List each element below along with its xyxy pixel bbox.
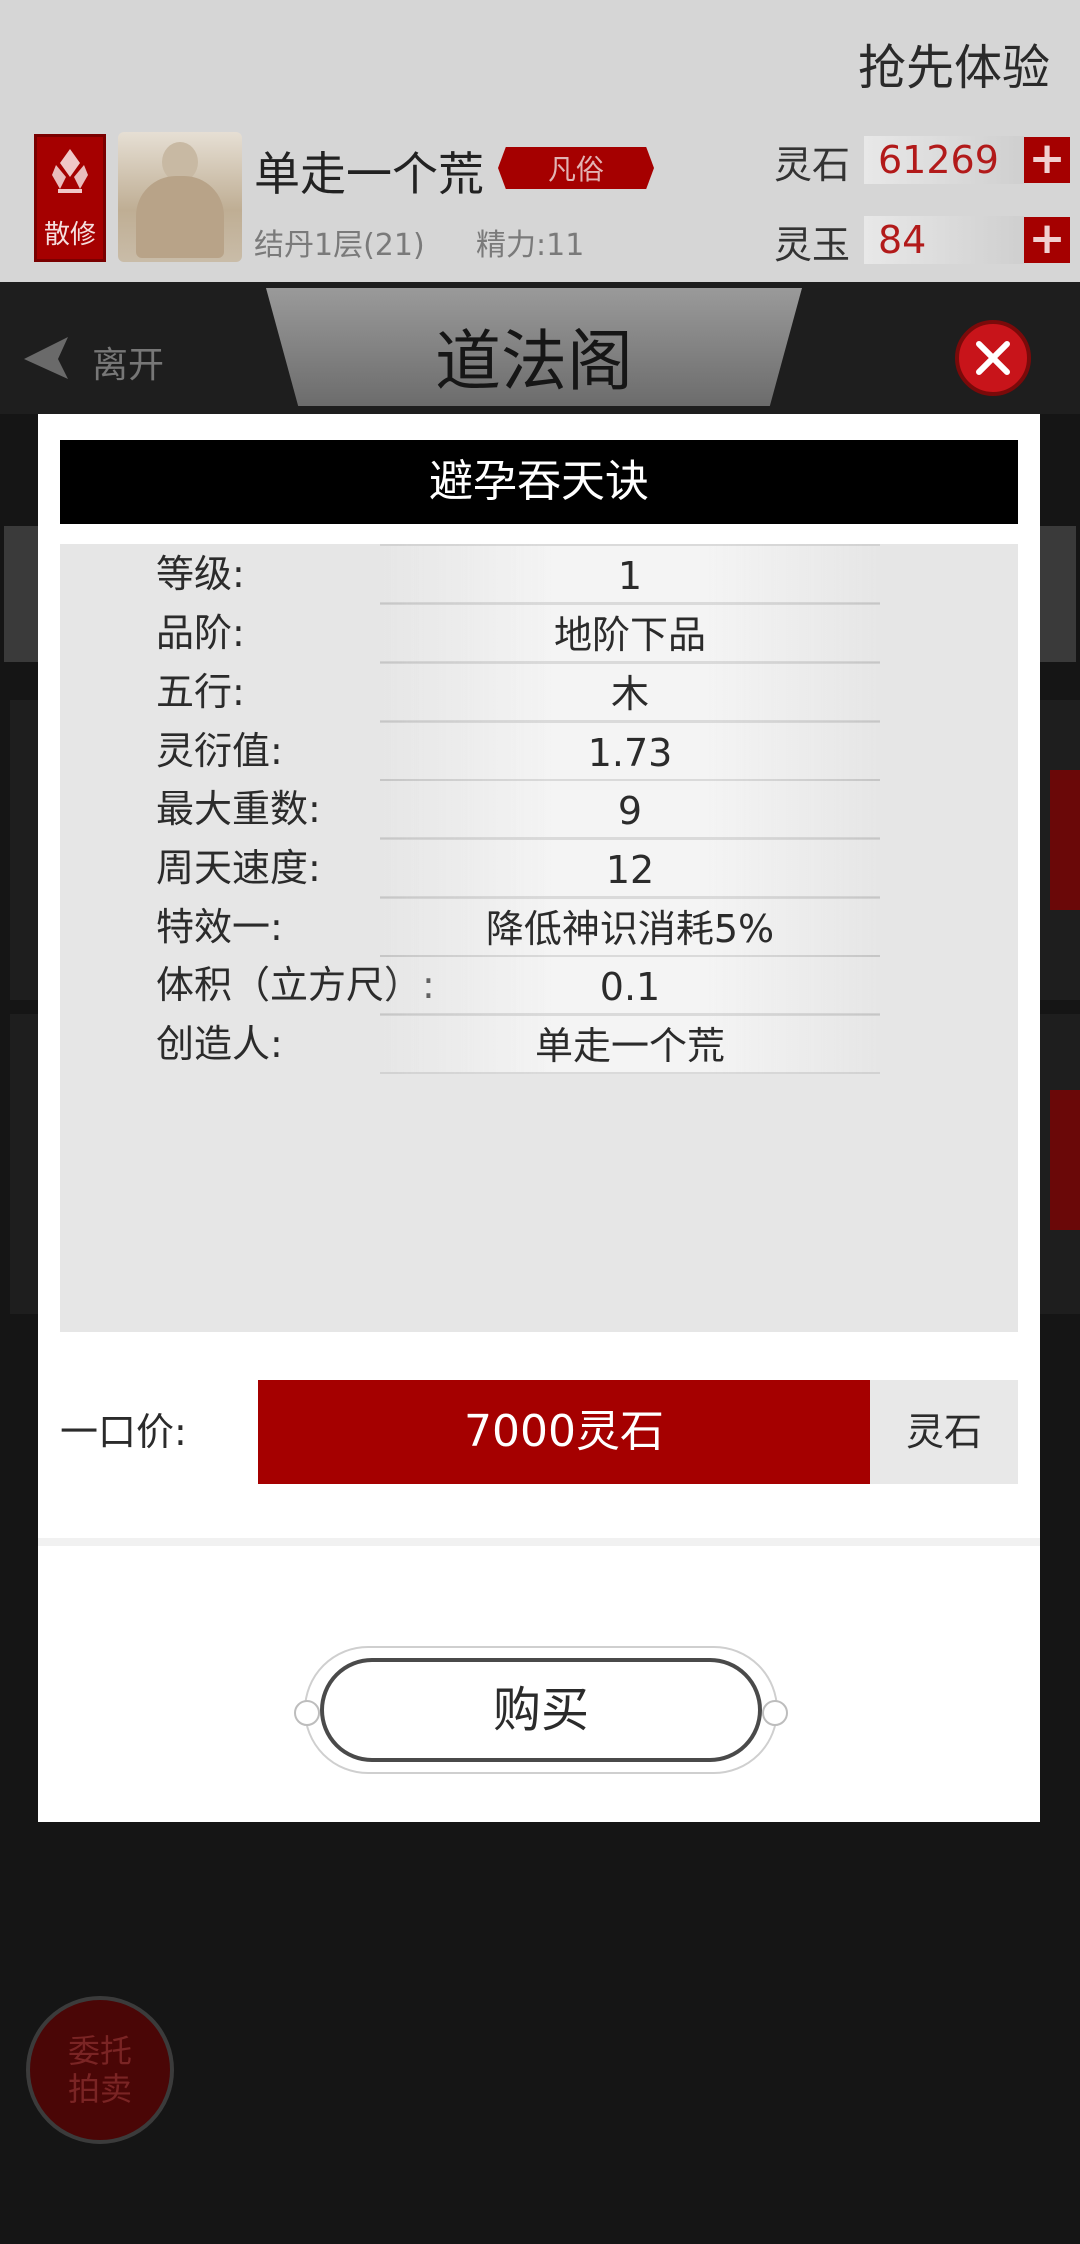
early-access-label[interactable]: 抢先体验 (858, 28, 1050, 98)
property-row: 创造人: 单走一个荒 (60, 1014, 1018, 1074)
property-row: 灵衍值: 1.73 (60, 721, 1018, 781)
background-item-tag (1050, 1090, 1080, 1230)
property-value: 1.73 (380, 721, 880, 781)
price-label: 一口价: (60, 1410, 187, 1454)
add-spirit-jade-button[interactable]: + (1024, 217, 1070, 263)
price-value: 7000灵石 (258, 1380, 870, 1484)
sect-badge[interactable]: 散修 (34, 134, 106, 262)
property-row: 五行: 木 (60, 662, 1018, 722)
property-value: 0.1 (380, 955, 880, 1015)
background-item-tag (1050, 770, 1080, 910)
property-row: 等级: 1 (60, 544, 1018, 604)
commission-auction-button[interactable]: 委托 拍卖 (26, 1996, 174, 2144)
item-detail-modal: 避孕吞天诀 等级: 1 品阶: 地阶下品 五行: 木 灵衍值: 1.73 最大重… (38, 414, 1040, 1822)
property-row: 体积（立方尺）: 0.1 (60, 955, 1018, 1015)
property-value: 9 (380, 779, 880, 839)
spirit-jade-value: 84 (864, 216, 1024, 264)
frame-ornament (762, 1700, 788, 1726)
leave-button[interactable]: 离开 (92, 336, 164, 388)
back-arrow-icon[interactable] (22, 335, 70, 381)
lotus-icon (52, 149, 88, 193)
rank-tag: 凡俗 (498, 147, 654, 189)
divider (38, 1538, 1040, 1546)
property-value: 12 (380, 838, 880, 898)
property-label: 最大重数: (156, 787, 321, 831)
commission-label-line1: 委托 (67, 2032, 132, 2070)
property-label: 创造人: (156, 1022, 283, 1066)
property-row: 特效一: 降低神识消耗5% (60, 897, 1018, 957)
plus-icon: + (1028, 133, 1066, 184)
spirit-jade-label: 灵玉 (774, 223, 851, 267)
property-value: 1 (380, 544, 880, 604)
currency-selector[interactable]: 灵石 (870, 1380, 1018, 1484)
property-row: 最大重数: 9 (60, 779, 1018, 839)
property-value: 地阶下品 (380, 603, 880, 663)
buy-button[interactable]: 购买 (320, 1658, 762, 1762)
property-row: 周天速度: 12 (60, 838, 1018, 898)
plus-icon: + (1028, 213, 1066, 264)
property-row: 品阶: 地阶下品 (60, 603, 1018, 663)
property-value: 木 (380, 662, 880, 722)
property-label: 周天速度: (156, 846, 321, 890)
add-spirit-stone-button[interactable]: + (1024, 137, 1070, 183)
modal-title: 避孕吞天诀 (60, 440, 1018, 524)
energy-value: 精力:11 (476, 228, 585, 263)
frame-ornament (294, 1700, 320, 1726)
spirit-stone-value: 61269 (864, 136, 1024, 184)
property-value: 降低神识消耗5% (380, 897, 880, 957)
commission-label-line2: 拍卖 (67, 2070, 132, 2108)
property-value: 单走一个荒 (380, 1014, 880, 1074)
page-title: 道法阁 (435, 323, 633, 400)
avatar-robe (136, 176, 224, 258)
badge-label: 散修 (43, 220, 96, 250)
property-label: 灵衍值: (156, 729, 283, 773)
close-icon (976, 341, 1010, 375)
property-label: 品阶: (156, 611, 245, 655)
avatar[interactable] (118, 132, 242, 262)
property-list: 等级: 1 品阶: 地阶下品 五行: 木 灵衍值: 1.73 最大重数: 9 周… (60, 544, 1018, 1332)
character-name: 单走一个荒 (254, 147, 484, 201)
spirit-stone-label: 灵石 (774, 143, 851, 187)
property-label: 五行: (156, 670, 245, 714)
cultivation-level: 结丹1层(21) (254, 228, 425, 263)
property-label: 等级: (156, 552, 245, 596)
close-button[interactable] (955, 320, 1031, 396)
property-label: 特效一: (156, 905, 283, 949)
